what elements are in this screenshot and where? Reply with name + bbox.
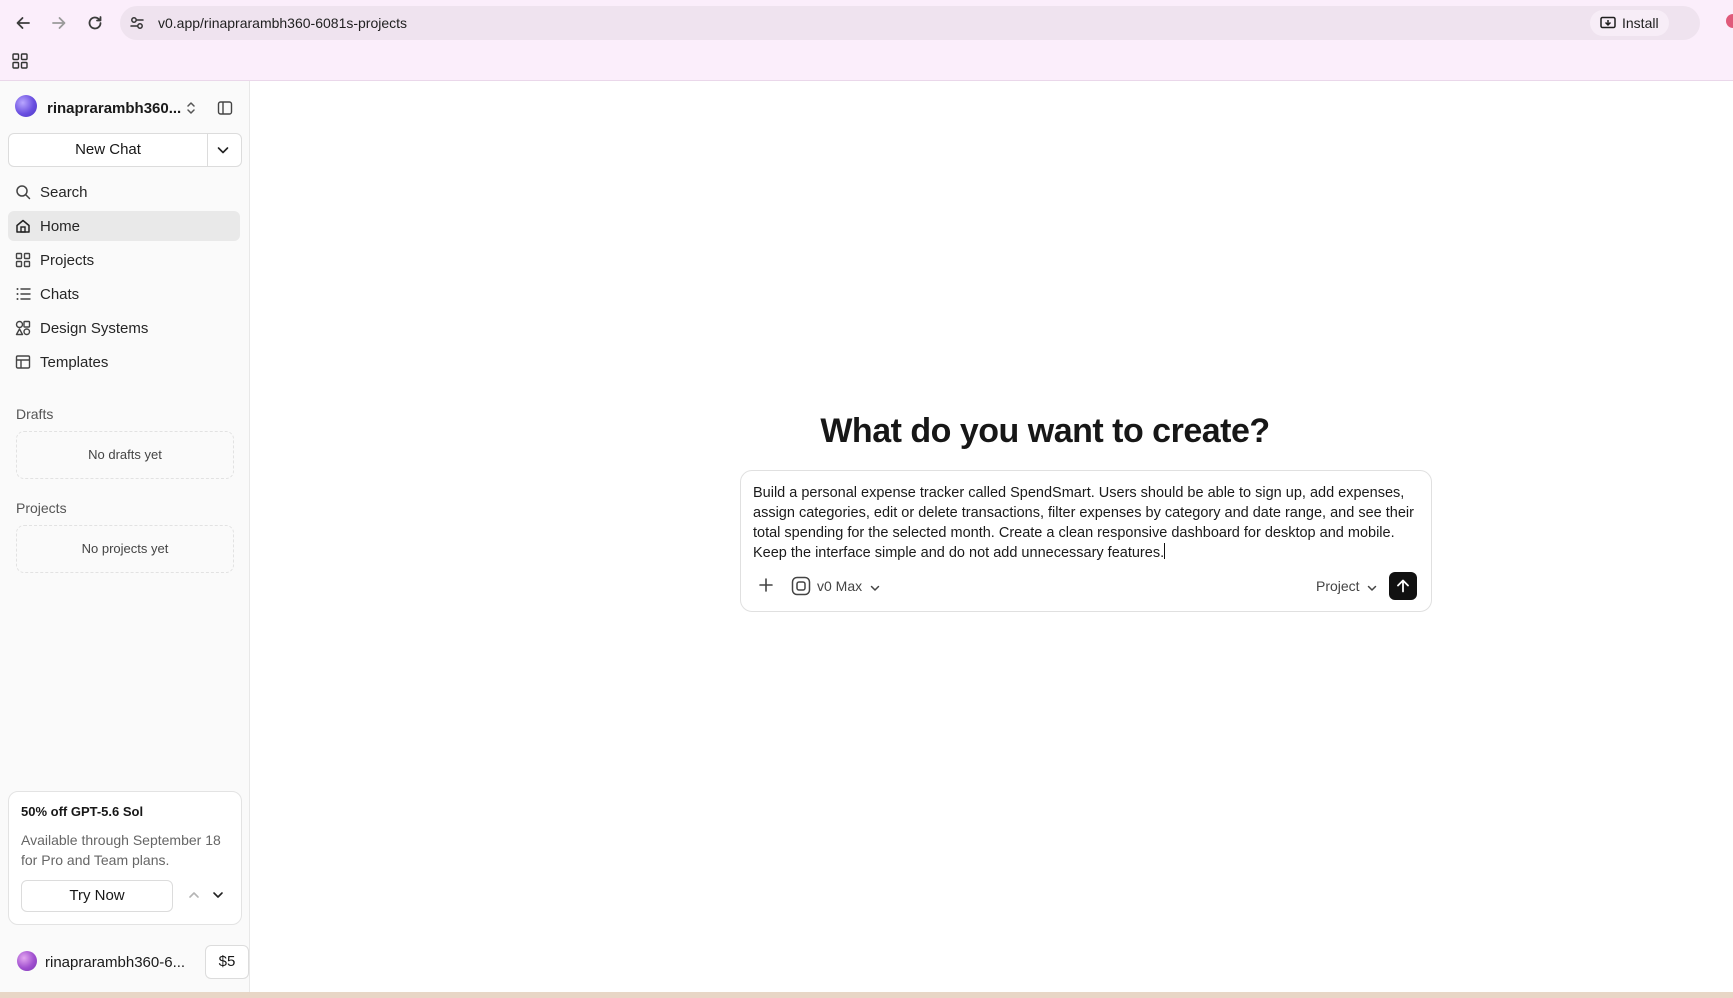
list-icon <box>16 288 31 300</box>
search-icon <box>16 185 31 200</box>
drafts-heading: Drafts <box>16 406 54 422</box>
chevron-down-icon[interactable] <box>215 142 231 158</box>
model-icon[interactable] <box>791 576 811 596</box>
reload-icon <box>88 16 102 30</box>
sidebar-item-label: Chats <box>40 286 80 303</box>
chevron-down-icon[interactable] <box>1366 582 1378 594</box>
sidebar-item-chats[interactable]: Chats <box>8 279 240 309</box>
bookmarks-bar <box>0 44 1733 81</box>
reload-button[interactable] <box>82 10 108 36</box>
new-chat-control: New Chat <box>8 133 242 167</box>
account-name: rinaprarambh360... <box>47 100 182 117</box>
promo-title: 50% off GPT-5.6 Sol <box>21 804 144 819</box>
home-icon <box>16 219 30 233</box>
install-app-icon <box>1600 16 1616 29</box>
apps-grid-icon[interactable] <box>12 53 28 69</box>
sidebar-item-design-systems[interactable]: Design Systems <box>8 313 240 343</box>
sidebar-item-label: Projects <box>40 252 95 269</box>
sidebar-item-label: Home <box>40 218 81 235</box>
promo-card: 50% off GPT-5.6 Sol Available through Se… <box>8 791 242 925</box>
prompt-text: Build a personal expense tracker called … <box>753 485 1414 561</box>
site-settings-icon[interactable] <box>128 14 146 32</box>
project-selector[interactable]: Project <box>1316 578 1360 594</box>
footer-account[interactable]: rinaprarambh360-6... $5 <box>17 945 249 979</box>
try-now-button[interactable]: Try Now <box>21 880 173 912</box>
promo-text: Available through September 18 for Pro a… <box>21 832 221 868</box>
send-button[interactable] <box>1389 572 1417 600</box>
footer-account-name: rinaprarambh360-6... <box>45 954 186 971</box>
drafts-empty-state: No drafts yet <box>16 431 234 479</box>
projects-heading: Projects <box>16 500 67 516</box>
design-systems-icon <box>15 320 31 336</box>
arrow-up-icon <box>1397 579 1409 593</box>
profile-avatar[interactable] <box>1726 14 1733 28</box>
window-bottom-edge <box>0 992 1733 998</box>
address-bar[interactable]: v0.app/rinaprarambh360-6081s-projects In… <box>120 6 1700 40</box>
text-cursor <box>1164 543 1166 559</box>
toggle-sidebar-icon[interactable] <box>217 100 233 116</box>
forward-button[interactable] <box>46 10 72 36</box>
install-label: Install <box>1622 15 1659 31</box>
chevron-down-icon[interactable] <box>869 582 881 594</box>
new-chat-button[interactable]: New Chat <box>9 134 207 166</box>
sidebar-item-projects[interactable]: Projects <box>8 245 240 275</box>
avatar <box>17 951 37 971</box>
install-button[interactable]: Install <box>1590 10 1669 36</box>
url-text: v0.app/rinaprarambh360-6081s-projects <box>158 15 408 31</box>
browser-toolbar: v0.app/rinaprarambh360-6081s-projects In… <box>0 0 1733 44</box>
page-title: What do you want to create? <box>820 412 1270 450</box>
prompt-input[interactable]: Build a personal expense tracker called … <box>753 483 1418 563</box>
sidebar-item-label: Design Systems <box>40 320 149 337</box>
arrow-left-icon <box>16 17 30 29</box>
sidebar-item-label: Search <box>40 184 88 201</box>
arrow-right-icon <box>52 17 66 29</box>
sidebar-item-home[interactable]: Home <box>8 211 240 241</box>
grid-icon <box>15 252 31 268</box>
chevron-up-icon[interactable] <box>187 888 201 902</box>
plus-icon[interactable] <box>757 576 775 594</box>
prompt-composer: Build a personal expense tracker called … <box>740 470 1432 612</box>
account-switcher[interactable]: rinaprarambh360... <box>15 95 247 123</box>
back-button[interactable] <box>10 10 36 36</box>
templates-icon <box>15 355 31 369</box>
sidebar-item-label: Templates <box>40 354 109 371</box>
sidebar-item-templates[interactable]: Templates <box>8 347 240 377</box>
chevron-up-down-icon <box>187 102 195 114</box>
avatar <box>15 95 37 117</box>
sidebar-item-search[interactable]: Search <box>8 177 240 207</box>
model-selector[interactable]: v0 Max <box>817 578 862 594</box>
divider <box>207 134 208 166</box>
chevron-down-icon[interactable] <box>211 888 225 902</box>
credits-badge[interactable]: $5 <box>205 945 249 979</box>
sidebar: rinaprarambh360... New Chat Search Home … <box>0 81 250 992</box>
projects-empty-state: No projects yet <box>16 525 234 573</box>
